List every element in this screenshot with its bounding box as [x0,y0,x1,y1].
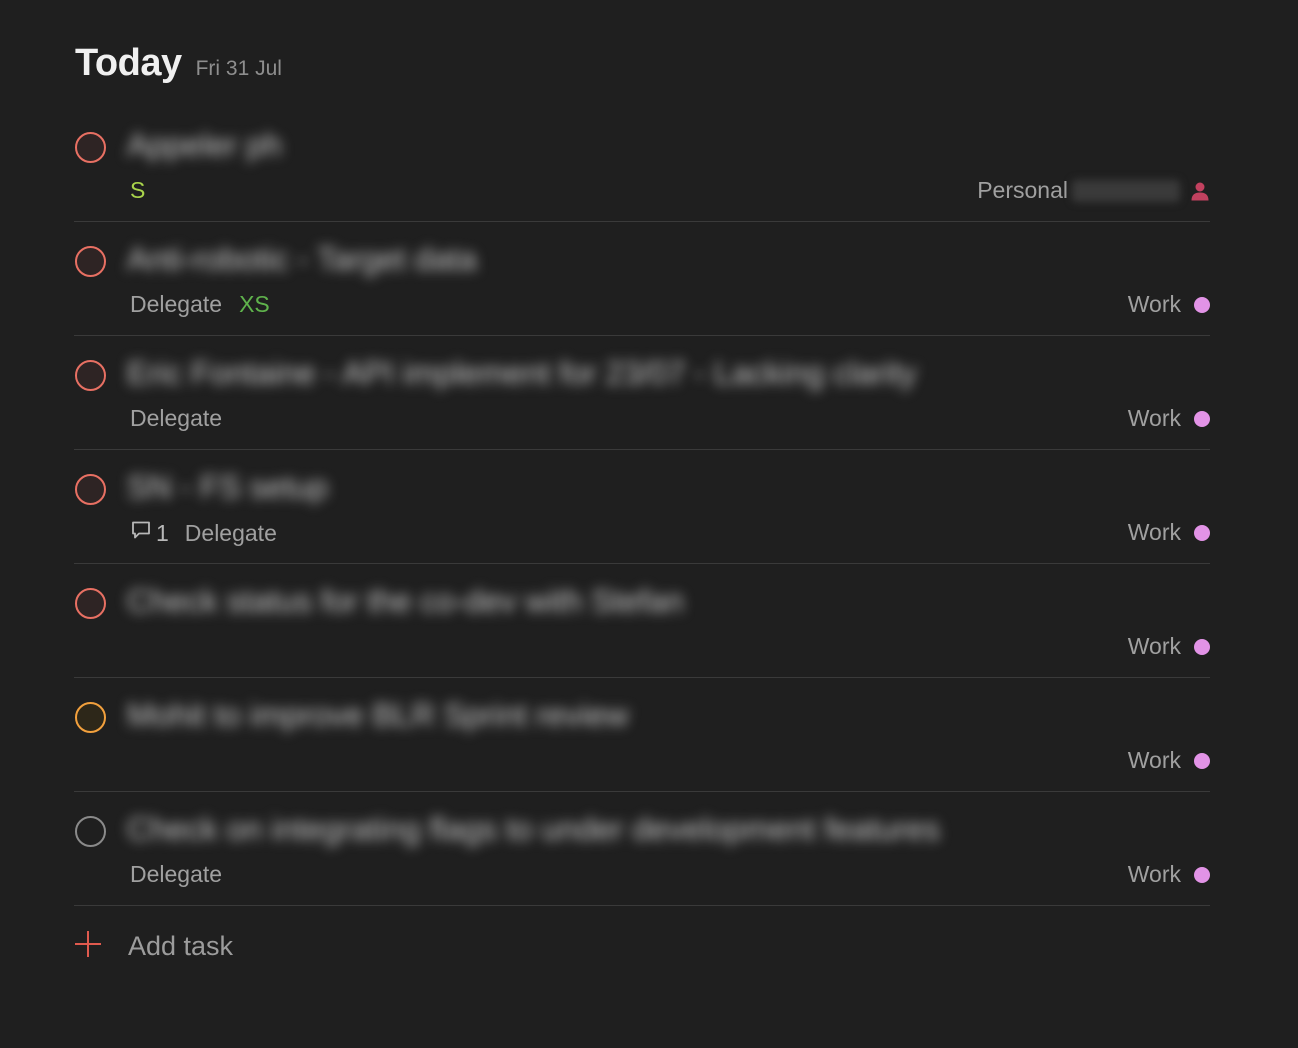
label-tag[interactable]: Delegate [130,291,222,318]
size-label[interactable]: S [130,177,145,204]
task-project[interactable]: Work [1128,405,1210,432]
size-label[interactable]: XS [239,291,270,318]
task-meta: Delegate [130,861,239,888]
task-project[interactable]: Work [1128,747,1210,774]
task-title[interactable]: Anti-robotic - Target data [127,241,477,278]
task-checkbox[interactable] [75,474,106,505]
project-color-dot [1194,866,1210,883]
label-tag[interactable]: Delegate [185,520,277,547]
speech-bubble-icon [130,519,156,547]
project-name: Work [1127,633,1181,659]
task-project[interactable]: Work [1128,519,1210,546]
task-meta: 1 Delegate [130,519,294,547]
task-item[interactable]: Mohit to improve BLR Sprint review Work [74,678,1210,792]
task-checkbox[interactable] [75,816,106,847]
person-icon [1190,181,1210,201]
task-item[interactable]: Check status for the co-dev with Stefan … [74,564,1210,678]
task-project[interactable]: Work [1128,291,1210,318]
task-title[interactable]: Appeler ph [127,127,282,164]
label-tag[interactable]: Delegate [130,405,222,432]
task-item[interactable]: SN - FS setup 1 Delegate Work [74,450,1210,564]
task-title[interactable]: Eric Fontaine - API implement for 23/07 … [127,355,917,392]
task-item[interactable]: Appeler ph S Personal [74,108,1210,222]
task-checkbox[interactable] [75,702,106,733]
task-checkbox[interactable] [75,132,106,163]
task-meta: Delegate [130,405,239,432]
project-color-dot [1194,524,1210,541]
task-list: Appeler ph S Personal Anti-robotic - Tar… [74,108,1210,906]
task-project[interactable]: Work [1128,633,1210,660]
project-name: Work [1127,747,1181,773]
add-task-button[interactable]: Add task [74,930,233,963]
task-title[interactable]: Mohit to improve BLR Sprint review [127,697,629,734]
page-date: Fri 31 Jul [195,57,282,80]
task-meta: S [130,177,145,204]
add-task-label: Add task [128,931,234,961]
task-title[interactable]: SN - FS setup [127,469,328,506]
project-color-dot [1194,410,1210,427]
project-name: Work [1127,291,1181,317]
task-checkbox[interactable] [75,360,106,391]
page-title: Today [75,42,182,84]
comment-count[interactable]: 1 [130,519,169,547]
task-checkbox[interactable] [75,246,106,277]
comment-number: 1 [156,519,169,546]
project-color-dot [1194,296,1210,313]
project-name: Work [1127,405,1181,431]
task-title[interactable]: Check on integrating flags to under deve… [127,811,940,848]
task-item[interactable]: Anti-robotic - Target data Delegate XS W… [74,222,1210,336]
project-name: Personal [977,177,1068,203]
label-tag[interactable]: Delegate [130,861,222,888]
project-name: Work [1127,861,1181,887]
task-project[interactable]: Work [1128,861,1210,888]
task-item[interactable]: Eric Fontaine - API implement for 23/07 … [74,336,1210,450]
today-view: Today Fri 31 Jul Appeler ph S Personal A… [0,0,1298,1048]
page-header: Today Fri 31 Jul [75,42,282,85]
task-title[interactable]: Check status for the co-dev with Stefan [127,583,684,620]
project-name: Work [1127,519,1181,545]
project-color-dot [1194,638,1210,655]
task-checkbox[interactable] [75,588,106,619]
task-meta: Delegate XS [130,291,270,318]
task-project[interactable]: Personal [977,177,1210,204]
plus-icon [74,930,102,963]
task-item[interactable]: Check on integrating flags to under deve… [74,792,1210,906]
project-color-dot [1194,752,1210,769]
assignee-name [1072,179,1180,202]
